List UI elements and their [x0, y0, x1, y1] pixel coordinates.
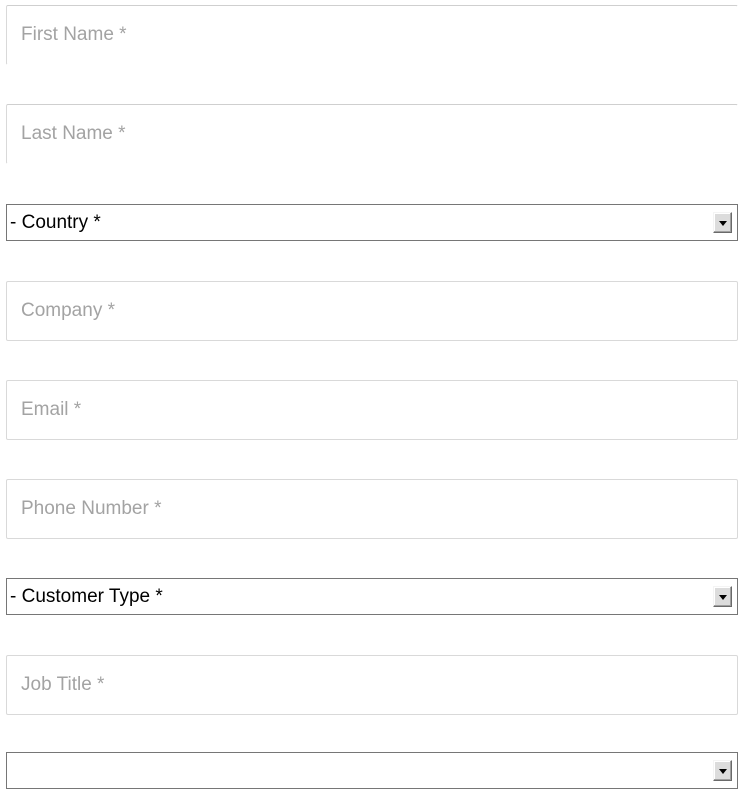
dropdown-arrow-icon[interactable]	[713, 212, 732, 233]
phone-number-input[interactable]	[6, 479, 738, 539]
first-name-input[interactable]	[6, 5, 738, 65]
job-title-input[interactable]	[6, 655, 738, 715]
customer-type-select-value: - Customer Type *	[10, 585, 163, 607]
email-input[interactable]	[6, 380, 738, 440]
country-select[interactable]: - Country *	[6, 204, 738, 241]
last-name-input[interactable]	[6, 104, 738, 164]
customer-type-select[interactable]: - Customer Type *	[6, 578, 738, 615]
dropdown-arrow-icon[interactable]	[713, 586, 732, 607]
company-input[interactable]	[6, 281, 738, 341]
dropdown-arrow-icon[interactable]	[713, 760, 732, 781]
country-select-value: - Country *	[10, 211, 101, 233]
